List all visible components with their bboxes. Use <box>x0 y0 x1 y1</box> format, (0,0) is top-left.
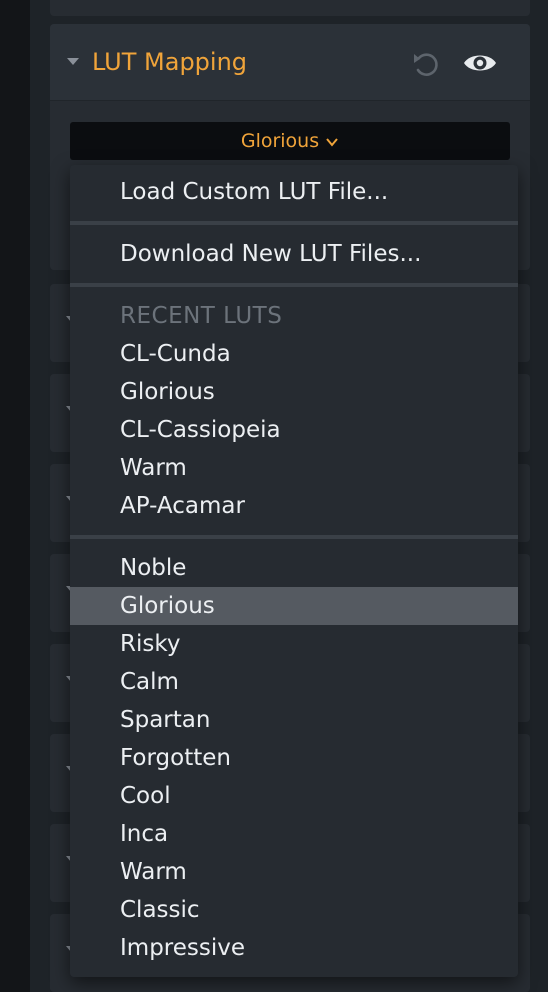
lut-item[interactable]: Impressive <box>70 929 518 967</box>
lut-dropdown-menu: Load Custom LUT File... Download New LUT… <box>70 165 518 977</box>
recent-lut-item[interactable]: AP-Acamar <box>70 487 518 525</box>
lut-select-value: Glorious <box>240 130 320 152</box>
chevron-down-icon <box>326 138 338 147</box>
lut-item[interactable]: Cool <box>70 777 518 815</box>
lut-mapping-title: LUT Mapping <box>92 48 248 76</box>
recent-luts-header: RECENT LUTS <box>120 303 283 329</box>
recent-lut-item[interactable]: CL-Cunda <box>70 335 518 373</box>
eye-icon[interactable] <box>462 50 498 76</box>
lut-item[interactable]: Calm <box>70 663 518 701</box>
lut-item[interactable]: Spartan <box>70 701 518 739</box>
recent-lut-item[interactable]: Warm <box>70 449 518 487</box>
left-strip <box>0 0 30 992</box>
lut-item[interactable]: Forgotten <box>70 739 518 777</box>
lut-item[interactable]: Classic <box>70 891 518 929</box>
recent-lut-item[interactable]: CL-Cassiopeia <box>70 411 518 449</box>
lut-item[interactable]: Warm <box>70 853 518 891</box>
previous-section-card <box>50 0 530 16</box>
caret-down-icon[interactable] <box>67 58 79 65</box>
lut-mapping-header[interactable]: LUT Mapping <box>50 24 530 101</box>
menu-separator <box>70 221 518 225</box>
lut-select-dropdown[interactable]: Glorious <box>70 122 510 160</box>
reset-icon[interactable] <box>410 48 442 80</box>
menu-item-load-custom-lut[interactable]: Load Custom LUT File... <box>70 173 518 211</box>
lut-item[interactable]: Noble <box>70 549 518 587</box>
lut-item[interactable]: Risky <box>70 625 518 663</box>
lut-item[interactable]: Inca <box>70 815 518 853</box>
recent-lut-item[interactable]: Glorious <box>70 373 518 411</box>
menu-separator <box>70 535 518 539</box>
menu-item-download-new-luts[interactable]: Download New LUT Files... <box>70 235 518 273</box>
menu-separator <box>70 283 518 287</box>
lut-item-highlighted[interactable]: Glorious <box>70 587 518 625</box>
